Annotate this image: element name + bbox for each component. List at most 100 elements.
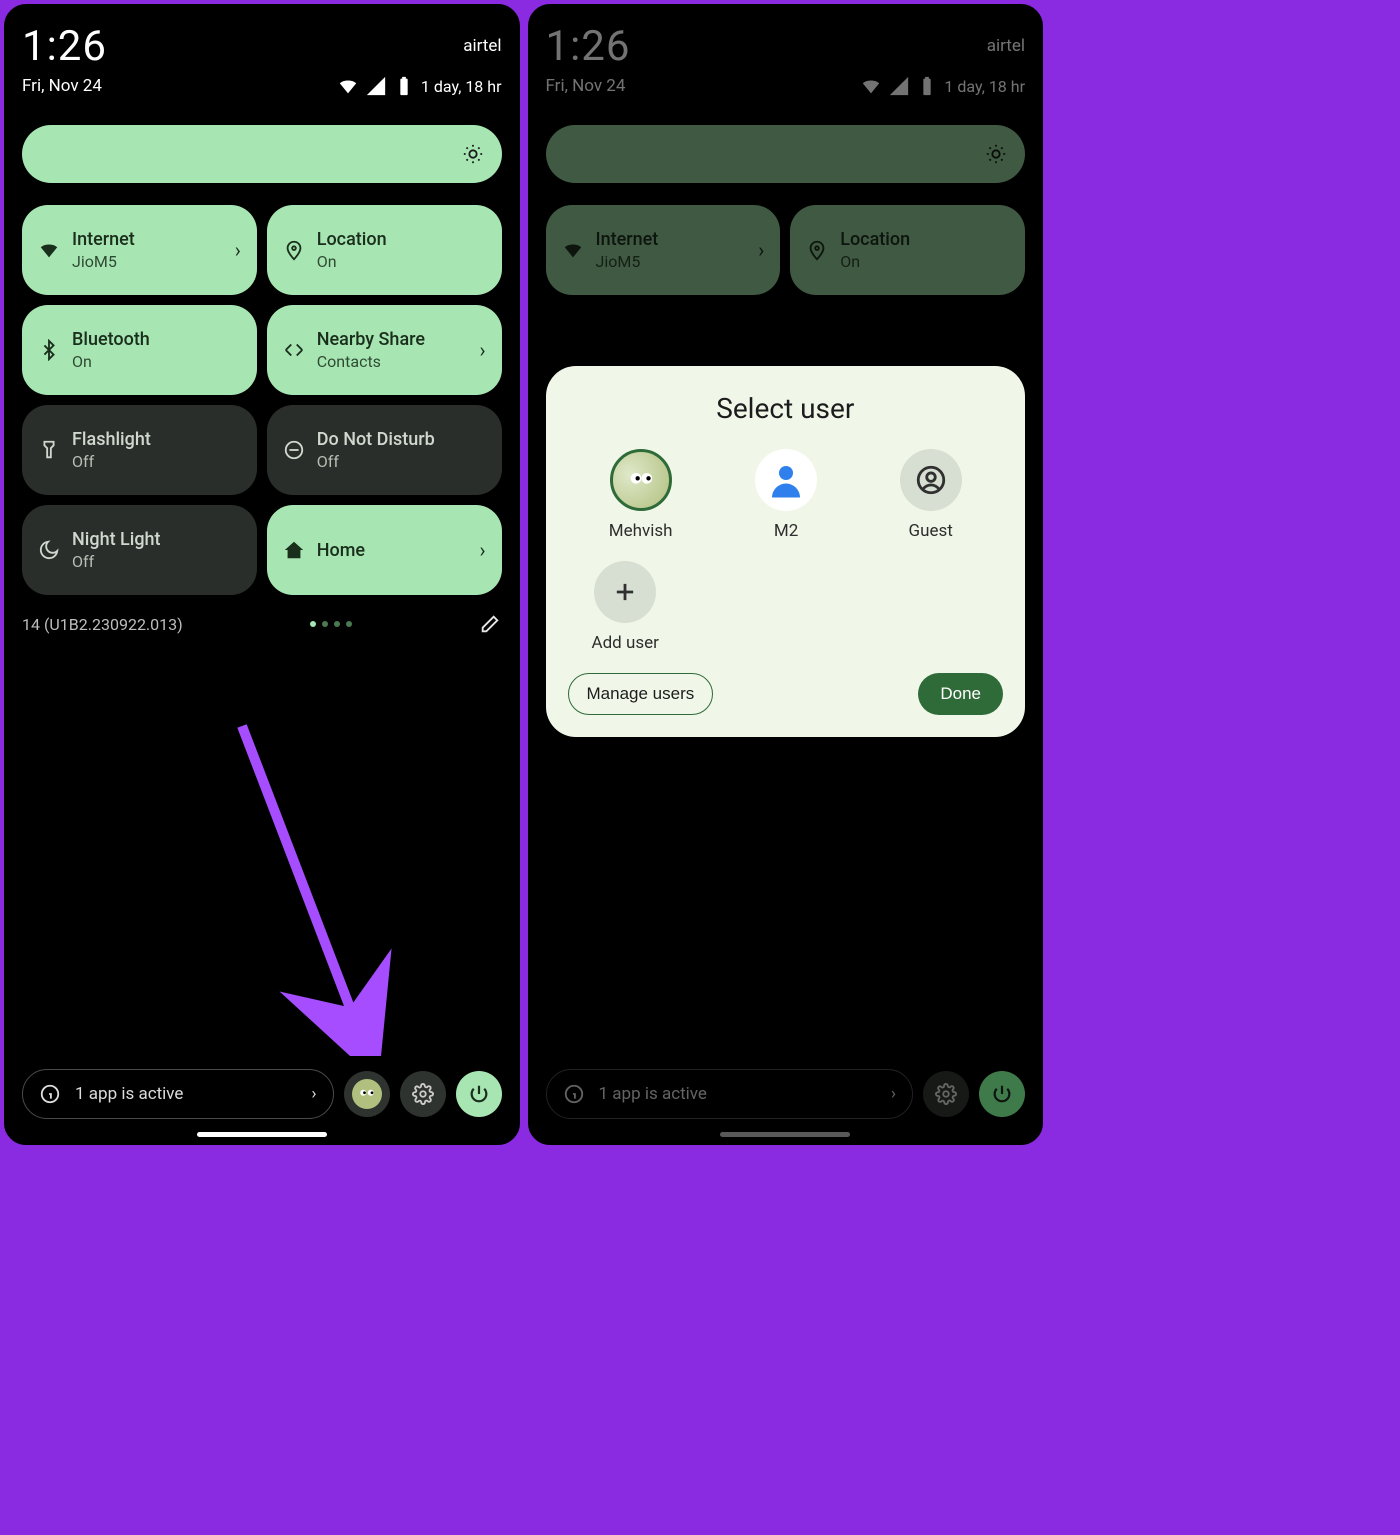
phone-right: 1:26 airtel Fri, Nov 24 1 day, 18 hr Int… bbox=[526, 2, 1046, 1147]
brightness-icon bbox=[985, 143, 1007, 165]
active-apps-chip: 1 app is active › bbox=[546, 1069, 914, 1119]
active-apps-chip[interactable]: 1 app is active › bbox=[22, 1069, 334, 1119]
manage-users-button[interactable]: Manage users bbox=[568, 673, 714, 715]
tile-nearby-share[interactable]: Nearby Share Contacts › bbox=[267, 305, 502, 395]
avatar-guest bbox=[900, 449, 962, 511]
battery-text: 1 day, 18 hr bbox=[421, 77, 502, 96]
phone-left: 1:26 airtel Fri, Nov 24 1 day, 18 hr Int… bbox=[2, 2, 522, 1147]
tile-sub: Contacts bbox=[317, 352, 468, 371]
tile-internet: InternetJioM5 › bbox=[546, 205, 781, 295]
tile-sub: On bbox=[840, 252, 1009, 271]
qs-tiles-dimmed: InternetJioM5 › LocationOn bbox=[546, 205, 1026, 295]
tile-title: Internet bbox=[72, 229, 223, 250]
tile-night-light[interactable]: Night Light Off bbox=[22, 505, 257, 595]
chevron-right-icon: › bbox=[479, 338, 485, 362]
status-icons: 1 day, 18 hr bbox=[860, 75, 1025, 97]
tile-location[interactable]: Location On bbox=[267, 205, 502, 295]
carrier: airtel bbox=[463, 36, 501, 56]
power-button[interactable] bbox=[456, 1071, 502, 1117]
tile-location: LocationOn bbox=[790, 205, 1025, 295]
wifi-icon bbox=[337, 75, 359, 97]
avatar-mehvish bbox=[610, 449, 672, 511]
clock: 1:26 bbox=[546, 22, 631, 71]
user-mehvish[interactable]: Mehvish bbox=[609, 449, 673, 541]
settings-button[interactable] bbox=[400, 1071, 446, 1117]
tile-sub: JioM5 bbox=[596, 252, 747, 271]
add-user-label: Add user bbox=[592, 633, 659, 653]
tile-sub: JioM5 bbox=[72, 252, 223, 271]
done-button[interactable]: Done bbox=[918, 673, 1003, 715]
info-icon bbox=[563, 1083, 585, 1105]
page-indicator bbox=[310, 621, 352, 627]
chevron-right-icon: › bbox=[235, 238, 241, 262]
sheet-buttons: Manage users Done bbox=[568, 673, 1004, 715]
active-apps-label: 1 app is active bbox=[599, 1084, 707, 1104]
edit-tiles-button[interactable] bbox=[479, 613, 501, 635]
location-icon bbox=[283, 239, 305, 261]
brightness-slider[interactable] bbox=[546, 125, 1026, 183]
dnd-icon bbox=[283, 439, 305, 461]
tile-title: Bluetooth bbox=[72, 329, 241, 350]
qs-tiles: Internet JioM5 › Location On Bluetooth On N… bbox=[22, 205, 502, 595]
battery-text: 1 day, 18 hr bbox=[944, 77, 1025, 96]
status-icons: 1 day, 18 hr bbox=[337, 75, 502, 97]
build-row: 14 (U1B2.230922.013) bbox=[22, 613, 502, 635]
tile-dnd[interactable]: Do Not DisturbOff bbox=[267, 405, 502, 495]
tile-title: Nearby Share bbox=[317, 329, 468, 350]
select-user-sheet: Select user Mehvish M2 Guest bbox=[546, 366, 1026, 737]
tile-title: Flashlight bbox=[72, 429, 241, 450]
user-label: Mehvish bbox=[609, 521, 673, 541]
location-icon bbox=[806, 239, 828, 261]
avatar-m2 bbox=[755, 449, 817, 511]
tile-sub: Off bbox=[72, 552, 241, 571]
annotation-arrow bbox=[222, 716, 402, 1056]
chevron-right-icon: › bbox=[479, 538, 485, 562]
brightness-icon bbox=[462, 143, 484, 165]
brightness-slider[interactable] bbox=[22, 125, 502, 183]
gesture-bar bbox=[197, 1132, 327, 1137]
gesture-bar bbox=[720, 1132, 850, 1137]
status-bar-row2: Fri, Nov 24 1 day, 18 hr bbox=[22, 75, 502, 97]
build-number: 14 (U1B2.230922.013) bbox=[22, 615, 183, 634]
chevron-right-icon: › bbox=[758, 238, 764, 262]
wifi-icon bbox=[38, 239, 60, 261]
settings-button bbox=[923, 1071, 969, 1117]
users-row-1: Mehvish M2 Guest bbox=[568, 449, 1004, 541]
tile-home[interactable]: Home › bbox=[267, 505, 502, 595]
user-label: Guest bbox=[909, 521, 953, 541]
home-icon bbox=[283, 539, 305, 561]
user-switcher-button[interactable] bbox=[344, 1071, 390, 1117]
battery-icon bbox=[916, 75, 938, 97]
tile-title: Location bbox=[317, 229, 486, 250]
moon-icon bbox=[38, 539, 60, 561]
chevron-right-icon: › bbox=[311, 1084, 316, 1104]
active-apps-label: 1 app is active bbox=[75, 1084, 183, 1104]
info-icon bbox=[39, 1083, 61, 1105]
status-bar-row1: 1:26 airtel bbox=[546, 22, 1026, 71]
user-m2[interactable]: M2 bbox=[755, 449, 817, 541]
status-bar-row1: 1:26 airtel bbox=[22, 22, 502, 71]
wifi-icon bbox=[562, 239, 584, 261]
clock: 1:26 bbox=[22, 22, 107, 71]
tile-sub: On bbox=[72, 352, 241, 371]
qs-footer: 1 app is active › bbox=[22, 1069, 502, 1127]
tile-title: Night Light bbox=[72, 529, 241, 550]
tile-sub: On bbox=[317, 252, 486, 271]
power-button bbox=[979, 1071, 1025, 1117]
tile-flashlight[interactable]: Flashlight Off bbox=[22, 405, 257, 495]
tile-title: Home bbox=[317, 540, 468, 561]
tile-sub: Off bbox=[72, 452, 241, 471]
qs-footer: 1 app is active › bbox=[546, 1069, 1026, 1127]
tile-title: Do Not Disturb bbox=[317, 429, 486, 450]
sheet-title: Select user bbox=[568, 392, 1004, 425]
battery-icon bbox=[393, 75, 415, 97]
date: Fri, Nov 24 bbox=[22, 76, 102, 96]
tile-bluetooth[interactable]: Bluetooth On bbox=[22, 305, 257, 395]
flashlight-icon bbox=[38, 439, 60, 461]
user-guest[interactable]: Guest bbox=[900, 449, 962, 541]
status-bar-row2: Fri, Nov 24 1 day, 18 hr bbox=[546, 75, 1026, 97]
date: Fri, Nov 24 bbox=[546, 76, 626, 96]
plus-icon bbox=[594, 561, 656, 623]
tile-internet[interactable]: Internet JioM5 › bbox=[22, 205, 257, 295]
add-user-button[interactable]: Add user bbox=[592, 561, 659, 653]
